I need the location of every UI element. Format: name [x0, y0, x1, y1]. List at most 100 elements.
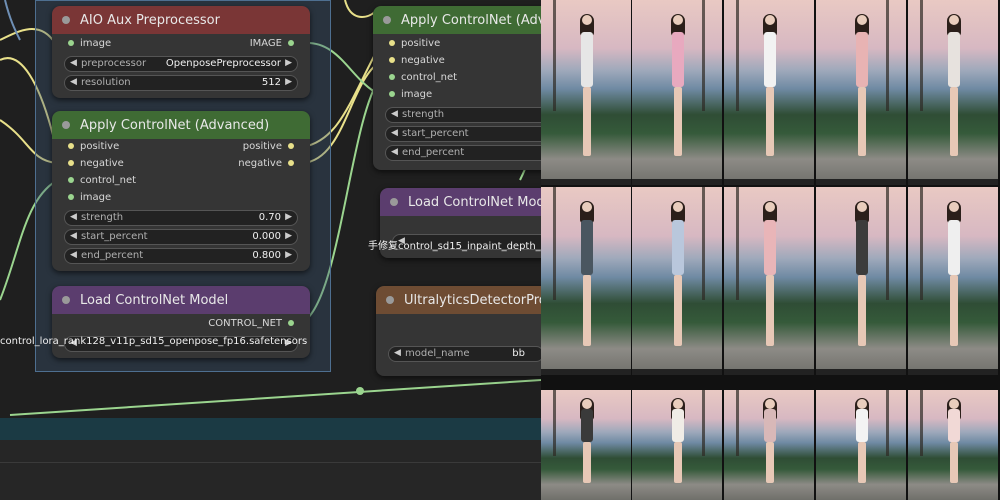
collapse-dot-icon[interactable]: [62, 296, 70, 304]
generated-image-thumbnail[interactable]: [724, 0, 814, 185]
generated-image-thumbnail[interactable]: [816, 390, 906, 500]
arrow-right-icon[interactable]: ▶: [285, 212, 292, 222]
aio-aux-preprocessor-node[interactable]: AIO Aux Preprocessor image IMAGE ◀ prepr…: [52, 6, 310, 98]
thumbnail-footer: [724, 179, 814, 185]
collapse-dot-icon[interactable]: [62, 16, 70, 24]
output-slot-control-net[interactable]: CONTROL_NET: [208, 318, 294, 329]
node-header[interactable]: Load ControlNet Model: [52, 286, 310, 314]
generated-image-thumbnail[interactable]: [816, 0, 906, 185]
collapse-dot-icon[interactable]: [383, 16, 391, 24]
preprocessor-combo[interactable]: ◀ preprocessor OpenposePreprocessor ▶: [64, 56, 298, 72]
node-title: Load ControlNet Model: [408, 194, 541, 210]
person-figure: [854, 13, 870, 159]
input-slot-image[interactable]: image: [389, 89, 432, 100]
strength-number[interactable]: ◀ strength 0.70 ▶: [64, 210, 298, 226]
input-slot-control-net[interactable]: control_net: [68, 175, 136, 186]
canvas-footer: [0, 440, 541, 500]
generated-image-thumbnail[interactable]: [541, 0, 631, 185]
apply-controlnet-node[interactable]: Apply ControlNet (Advanced) positive pos…: [52, 111, 310, 271]
palm-tree: [736, 0, 739, 111]
arrow-left-icon[interactable]: ◀: [391, 128, 398, 138]
start-percent-number[interactable]: ◀ start_percent: [385, 126, 541, 142]
node-header[interactable]: AIO Aux Preprocessor: [52, 6, 310, 34]
image-preview-gallery[interactable]: [541, 0, 1000, 500]
output-slot-positive[interactable]: positive: [243, 141, 294, 152]
input-slot-control-net[interactable]: control_net: [389, 72, 457, 83]
person-figure: [579, 13, 595, 159]
load-controlnet-model-node[interactable]: Load ControlNet Model CONTROL_NET ◀ ▶: [52, 286, 310, 358]
palm-tree: [886, 0, 889, 111]
reroute-dot: [356, 387, 364, 395]
start-percent-number[interactable]: ◀ start_percent 0.000 ▶: [64, 229, 298, 245]
person-figure: [762, 201, 778, 349]
arrow-right-icon[interactable]: ▶: [285, 250, 292, 260]
person-figure: [854, 201, 870, 349]
arrow-left-icon[interactable]: ◀: [70, 58, 77, 68]
generated-image-thumbnail[interactable]: [632, 187, 722, 375]
palm-tree: [736, 390, 739, 456]
arrow-right-icon[interactable]: ▶: [285, 231, 292, 241]
io-row: image: [52, 190, 310, 207]
input-slot-image[interactable]: image: [68, 38, 111, 49]
arrow-right-icon[interactable]: ▶: [285, 77, 292, 87]
end-percent-number[interactable]: ◀ end_percent 0.800 ▶: [64, 248, 298, 264]
arrow-right-icon[interactable]: ▶: [285, 58, 292, 68]
person-figure: [670, 397, 686, 485]
ultralytics-detector-provider-node[interactable]: UltralyticsDetectorProvider ◀ model_name…: [376, 286, 541, 376]
generated-image-thumbnail[interactable]: [632, 0, 722, 185]
arrow-left-icon[interactable]: ◀: [394, 348, 401, 358]
arrow-left-icon[interactable]: ◀: [391, 147, 398, 157]
generated-image-thumbnail[interactable]: [908, 187, 998, 375]
node-title: Apply ControlNet (Advanced): [401, 12, 541, 28]
generated-image-thumbnail[interactable]: [724, 187, 814, 375]
end-percent-number[interactable]: ◀ end_percent: [385, 145, 541, 161]
palm-tree: [553, 187, 556, 300]
node-graph-canvas[interactable]: AIO Aux Preprocessor image IMAGE ◀ prepr…: [0, 0, 541, 500]
arrow-left-icon[interactable]: ◀: [70, 77, 77, 87]
arrow-left-icon[interactable]: ◀: [391, 109, 398, 119]
arrow-left-icon[interactable]: ◀: [70, 231, 77, 241]
person-figure: [670, 201, 686, 349]
generated-image-thumbnail[interactable]: [908, 390, 998, 500]
thumbnail-footer: [541, 179, 631, 185]
node-header[interactable]: Load ControlNet Model: [380, 188, 541, 216]
input-slot-negative[interactable]: negative: [68, 158, 124, 169]
arrow-left-icon[interactable]: ◀: [70, 212, 77, 222]
generated-image-thumbnail[interactable]: [816, 187, 906, 375]
input-slot-negative[interactable]: negative: [389, 55, 445, 66]
node-header[interactable]: Apply ControlNet (Advanced): [373, 6, 541, 34]
io-row: image: [373, 87, 541, 104]
input-slot-image[interactable]: image: [68, 192, 111, 203]
palm-tree: [920, 390, 923, 456]
io-row: CONTROL_NET: [52, 316, 310, 333]
generated-image-thumbnail[interactable]: [541, 187, 631, 375]
collapse-dot-icon[interactable]: [386, 296, 394, 304]
generated-image-thumbnail[interactable]: [541, 390, 631, 500]
io-row: control_net: [373, 70, 541, 87]
generated-image-thumbnail[interactable]: [632, 390, 722, 500]
thumbnail-footer: [632, 369, 722, 375]
model-name-combo[interactable]: ◀ model_name bb: [388, 346, 541, 362]
collapse-dot-icon[interactable]: [62, 121, 70, 129]
input-slot-positive[interactable]: positive: [68, 141, 119, 152]
node-header[interactable]: Apply ControlNet (Advanced): [52, 111, 310, 139]
apply-controlnet-node-2[interactable]: Apply ControlNet (Advanced) positive neg…: [373, 6, 541, 170]
node-header[interactable]: UltralyticsDetectorProvider: [376, 286, 541, 314]
input-slot-positive[interactable]: positive: [389, 38, 440, 49]
resolution-number[interactable]: ◀ resolution 512 ▶: [64, 75, 298, 91]
person-figure: [762, 13, 778, 159]
person-figure: [854, 397, 870, 485]
strength-number[interactable]: ◀ strength: [385, 107, 541, 123]
thumbnail-footer: [541, 369, 631, 375]
generated-image-thumbnail[interactable]: [908, 0, 998, 185]
person-figure: [579, 397, 595, 485]
person-figure: [946, 397, 962, 485]
person-figure: [946, 201, 962, 349]
output-slot-negative[interactable]: negative: [238, 158, 294, 169]
generated-image-thumbnail[interactable]: [724, 390, 814, 500]
collapse-dot-icon[interactable]: [390, 198, 398, 206]
control-net-model-value: control_lora_rank128_v11p_sd15_openpose_…: [0, 336, 308, 347]
output-slot-image[interactable]: IMAGE: [250, 38, 294, 49]
palm-tree: [736, 187, 739, 300]
arrow-left-icon[interactable]: ◀: [70, 250, 77, 260]
